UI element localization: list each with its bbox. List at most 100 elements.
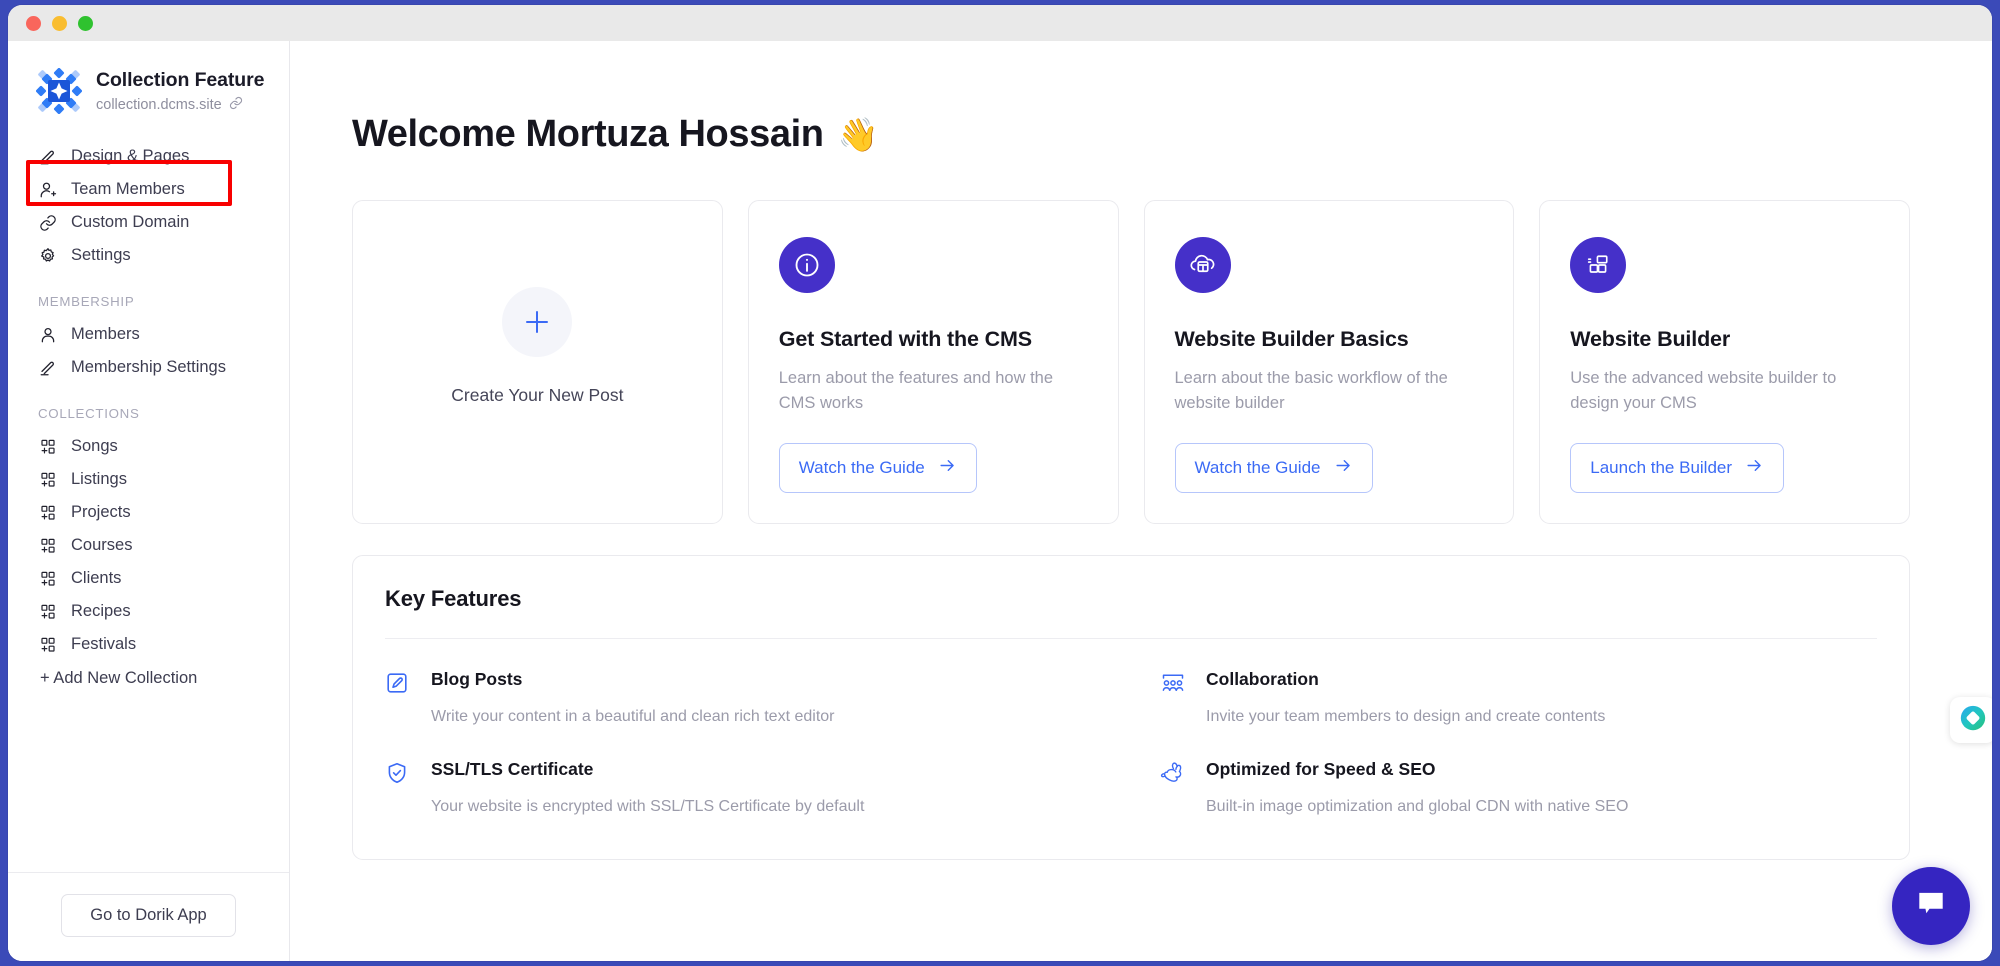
sidebar-footer: Go to Dorik App xyxy=(8,872,289,961)
key-features-title: Key Features xyxy=(385,585,522,611)
card-get-started-cms: Get Started with the CMS Learn about the… xyxy=(747,200,1119,524)
user-icon xyxy=(38,325,57,344)
sidebar-section-membership: MEMBERSHIP xyxy=(38,294,135,309)
onboarding-cards-row: Create Your New Post Get Started with th… xyxy=(352,200,1910,524)
sidebar-item-label: Clients xyxy=(71,569,122,587)
card-title: Website Builder Basics xyxy=(1174,327,1409,351)
feature-description: Your website is encrypted with SSL/TLS C… xyxy=(431,797,865,815)
card-description: Learn about the features and how the CMS… xyxy=(778,369,1054,413)
feature-blog-posts: Blog Posts Write your content in a beaut… xyxy=(385,669,1102,729)
minimize-window-button[interactable] xyxy=(52,15,67,31)
maximize-window-button[interactable] xyxy=(78,15,93,31)
collection-grid-icon xyxy=(38,470,57,489)
watch-the-guide-button[interactable]: Watch the Guide xyxy=(778,442,977,493)
sidebar-item-label: Team Members xyxy=(71,180,185,198)
browser-window: Collection Feature collection.dcms.site xyxy=(8,5,1992,961)
arrow-right-icon xyxy=(1745,456,1764,480)
sidebar-item-label: Courses xyxy=(71,536,133,554)
button-label: Watch the Guide xyxy=(1194,457,1321,477)
add-new-collection-button[interactable]: + Add New Collection xyxy=(8,661,289,696)
sidebar-item-design-pages[interactable]: Design & Pages xyxy=(8,140,289,173)
user-add-icon xyxy=(38,180,57,199)
diamond-gradient-icon xyxy=(1958,703,1988,738)
feature-name: Collaboration xyxy=(1206,668,1319,689)
sidebar-item-label: Songs xyxy=(71,437,118,455)
button-label: Launch the Builder xyxy=(1590,457,1733,477)
sidebar-item-custom-domain[interactable]: Custom Domain xyxy=(8,206,289,239)
watch-the-guide-button[interactable]: Watch the Guide xyxy=(1174,442,1373,493)
sidebar-item-label: Design & Pages xyxy=(71,147,190,165)
card-description: Use the advanced website builder to desi… xyxy=(1570,369,1837,413)
main-content: Welcome Mortuza Hossain 👋 Create Your Ne… xyxy=(290,41,1992,961)
layout-blocks-icon xyxy=(1570,237,1627,293)
arrow-right-icon xyxy=(938,456,957,480)
create-new-post-label: Create Your New Post xyxy=(451,385,624,406)
feature-description: Invite your team members to design and c… xyxy=(1206,707,1606,725)
feature-name: Optimized for Speed & SEO xyxy=(1206,758,1436,779)
sidebar-item-label: Membership Settings xyxy=(71,358,226,376)
edit-square-icon xyxy=(385,669,415,700)
page-title: Welcome Mortuza Hossain 👋 xyxy=(352,113,1910,156)
sidebar-item-members[interactable]: Members xyxy=(8,318,289,351)
feature-description: Write your content in a beautiful and cl… xyxy=(431,707,835,725)
sidebar-item-label: Projects xyxy=(71,503,131,521)
gear-icon xyxy=(38,246,57,265)
close-window-button[interactable] xyxy=(26,15,41,31)
sidebar-main-nav: Design & Pages Team Members Custom Domai… xyxy=(8,134,289,272)
feature-name: Blog Posts xyxy=(431,668,523,689)
app-body: Collection Feature collection.dcms.site xyxy=(8,41,1992,961)
plus-icon xyxy=(502,287,573,358)
sidebar-item-membership-settings[interactable]: Membership Settings xyxy=(8,351,289,384)
feature-name: SSL/TLS Certificate xyxy=(431,758,594,779)
divider xyxy=(385,637,1877,639)
sidebar-item-clients[interactable]: Clients xyxy=(8,562,289,595)
sidebar-item-festivals[interactable]: Festivals xyxy=(8,628,289,661)
collection-grid-icon xyxy=(38,437,57,456)
collection-grid-icon xyxy=(38,503,57,522)
sidebar-item-team-members[interactable]: Team Members xyxy=(8,173,289,206)
rabbit-icon xyxy=(1160,759,1190,790)
sidebar: Collection Feature collection.dcms.site xyxy=(8,41,290,961)
sidebar-item-label: Listings xyxy=(71,470,127,488)
card-website-builder-basics: Website Builder Basics Learn about the b… xyxy=(1143,200,1515,524)
feature-ssl-tls-certificate: SSL/TLS Certificate Your website is encr… xyxy=(385,759,1102,819)
create-new-post-card[interactable]: Create Your New Post xyxy=(352,200,723,524)
sidebar-item-projects[interactable]: Projects xyxy=(8,496,289,529)
sidebar-item-courses[interactable]: Courses xyxy=(8,529,289,562)
card-title: Get Started with the CMS xyxy=(778,327,1032,351)
sidebar-item-listings[interactable]: Listings xyxy=(8,463,289,496)
card-description: Learn about the basic workflow of the we… xyxy=(1174,369,1448,413)
key-features-grid: Blog Posts Write your content in a beaut… xyxy=(385,669,1877,819)
sidebar-item-songs[interactable]: Songs xyxy=(8,430,289,463)
launch-the-builder-button[interactable]: Launch the Builder xyxy=(1570,442,1785,493)
cloud-browser-icon xyxy=(1174,237,1231,293)
link-icon[interactable] xyxy=(229,96,243,114)
shield-check-icon xyxy=(385,759,415,790)
sidebar-item-settings[interactable]: Settings xyxy=(8,239,289,272)
site-name: Collection Feature xyxy=(96,68,265,91)
site-domain-text: collection.dcms.site xyxy=(96,96,222,113)
waving-hand-icon: 👋 xyxy=(837,116,879,153)
info-circle-icon xyxy=(778,237,835,293)
button-label: Watch the Guide xyxy=(798,457,925,477)
collection-grid-icon xyxy=(38,569,57,588)
dorik-logo-icon xyxy=(35,67,83,115)
chat-widget-button[interactable] xyxy=(1892,867,1970,945)
site-domain: collection.dcms.site xyxy=(96,96,264,114)
pencil-icon xyxy=(38,147,57,166)
go-to-dorik-app-button[interactable]: Go to Dorik App xyxy=(61,894,236,937)
sidebar-brand[interactable]: Collection Feature collection.dcms.site xyxy=(8,41,289,134)
sidebar-item-label: Recipes xyxy=(71,602,131,620)
feature-collaboration: Collaboration Invite your team members t… xyxy=(1160,669,1877,729)
sidebar-collections-nav: Songs Listings Projects Courses Clients Recip… xyxy=(8,430,289,661)
sidebar-item-recipes[interactable]: Recipes xyxy=(8,595,289,628)
sidebar-section-collections: COLLECTIONS xyxy=(38,406,140,421)
sidebar-item-label: Festivals xyxy=(71,635,137,653)
helper-widget-badge[interactable] xyxy=(1950,697,1992,743)
feature-optimized-speed-seo: Optimized for Speed & SEO Built-in image… xyxy=(1160,759,1877,819)
window-titlebar xyxy=(8,5,1992,41)
key-features-panel: Key Features Blog Posts Write your conte… xyxy=(352,554,1910,860)
chat-bubble-icon xyxy=(1913,886,1949,927)
sidebar-item-label: Members xyxy=(71,325,140,343)
collection-grid-icon xyxy=(38,635,57,654)
